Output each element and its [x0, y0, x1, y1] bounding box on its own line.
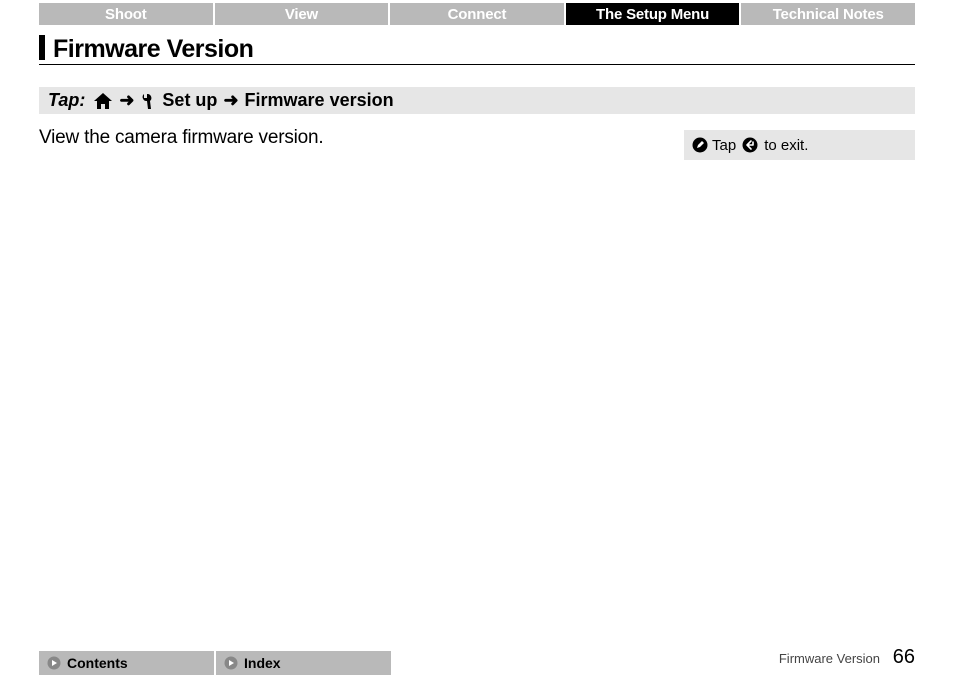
- manual-page: Shoot View Connect The Setup Menu Techni…: [0, 0, 954, 677]
- home-icon: [93, 92, 113, 110]
- breadcrumb-setup: Set up: [162, 90, 217, 111]
- go-circle-icon: [224, 656, 238, 670]
- wrench-icon: [140, 92, 156, 110]
- index-label: Index: [244, 655, 281, 671]
- heading-accent-bar: [39, 35, 45, 60]
- tab-view[interactable]: View: [215, 3, 389, 25]
- tab-connect[interactable]: Connect: [390, 3, 564, 25]
- page-number: 66: [893, 646, 915, 669]
- contents-link[interactable]: Contents: [39, 651, 214, 675]
- footer-section-title: Firmware Version: [779, 651, 880, 666]
- page-heading: Firmware Version: [53, 35, 253, 64]
- tab-setup-menu[interactable]: The Setup Menu: [566, 3, 740, 25]
- tab-bar: Shoot View Connect The Setup Menu Techni…: [39, 3, 915, 25]
- contents-label: Contents: [67, 655, 128, 671]
- arrow-icon: ➜: [223, 90, 238, 111]
- tab-technical-notes[interactable]: Technical Notes: [741, 3, 915, 25]
- footer-link-bar: Contents Index: [39, 651, 391, 675]
- tab-shoot[interactable]: Shoot: [39, 3, 213, 25]
- go-circle-icon: [47, 656, 61, 670]
- tip-text-prefix: Tap: [712, 137, 736, 154]
- body-description: View the camera firmware version.: [39, 127, 324, 149]
- navigation-path: Tap: ➜ Set up ➜ Firmware version: [39, 87, 915, 114]
- back-circle-icon: [742, 137, 758, 153]
- pencil-icon: [692, 137, 708, 153]
- tap-label: Tap:: [48, 90, 85, 111]
- tip-note: Tap to exit.: [684, 130, 915, 160]
- tip-text-suffix: to exit.: [764, 137, 808, 154]
- page-heading-row: Firmware Version: [39, 35, 915, 65]
- arrow-icon: ➜: [119, 90, 134, 111]
- index-link[interactable]: Index: [216, 651, 391, 675]
- breadcrumb-firmware: Firmware version: [245, 90, 394, 111]
